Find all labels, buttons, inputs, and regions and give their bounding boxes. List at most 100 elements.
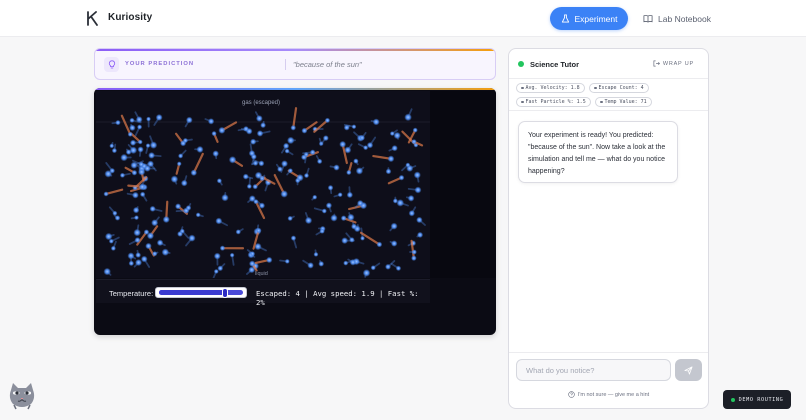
particle — [387, 155, 395, 163]
particle — [281, 160, 288, 168]
prediction-bar: YOUR PREDICTION "because of the sun" — [94, 48, 496, 80]
particle — [396, 199, 405, 207]
particle — [346, 191, 354, 199]
particle — [110, 245, 116, 251]
particle — [256, 130, 264, 137]
simulation-controls: Temperature: Escaped: 4 | Avg speed: 1.9… — [96, 279, 430, 307]
particle — [347, 213, 355, 222]
particle — [136, 124, 143, 130]
gas-zone-label: gas (escaped) — [242, 100, 281, 106]
temperature-slider-thumb[interactable] — [221, 288, 228, 298]
prediction-divider — [285, 59, 286, 70]
temperature-slider[interactable] — [155, 287, 247, 298]
particle — [287, 136, 295, 145]
particle — [407, 194, 415, 202]
flask-icon — [561, 14, 569, 23]
particle — [190, 169, 198, 176]
particle-trail — [292, 107, 298, 129]
lightbulb-icon — [104, 57, 119, 72]
particle — [229, 252, 235, 258]
particle — [362, 269, 371, 277]
hint-link[interactable]: I'm not sure — give me a hint — [509, 391, 708, 398]
lab-notebook-tab-button[interactable]: Lab Notebook — [638, 7, 716, 30]
chip-label: Temp Value: 71 — [604, 99, 647, 105]
particle — [149, 141, 158, 149]
particle — [416, 231, 424, 238]
particle — [340, 215, 347, 222]
particle — [145, 143, 151, 148]
chat-input[interactable] — [516, 359, 671, 381]
demo-routing-button[interactable]: DEMO ROUTING — [723, 390, 791, 409]
particle — [316, 158, 323, 165]
particle — [341, 237, 349, 245]
particle — [228, 156, 237, 164]
particle — [363, 145, 369, 151]
particle — [109, 167, 116, 174]
particle — [339, 140, 347, 148]
particle — [235, 229, 241, 235]
particle — [287, 215, 293, 222]
particle — [249, 251, 256, 257]
science-tutor-panel: Science Tutor WRAP UP Avg. Velocity: 1.8… — [508, 48, 709, 409]
chip-label: Avg. Velocity: 1.8 — [525, 85, 580, 91]
particle — [313, 251, 319, 257]
online-status-dot — [518, 61, 524, 67]
particle — [284, 258, 290, 264]
particle — [162, 215, 170, 224]
particle — [355, 167, 364, 175]
k-logo-icon[interactable] — [86, 11, 99, 26]
particle — [103, 191, 109, 197]
particle — [258, 160, 265, 167]
particle — [359, 134, 366, 141]
particle — [287, 168, 294, 174]
particle — [207, 118, 215, 125]
particle — [215, 217, 223, 225]
particle — [131, 169, 138, 176]
particle — [135, 252, 142, 258]
cat-mascot-icon[interactable] — [7, 382, 37, 410]
particle — [413, 171, 421, 179]
particle — [322, 135, 329, 142]
particle — [109, 143, 115, 149]
particle — [135, 116, 143, 123]
particle — [129, 117, 135, 123]
prediction-value: "because of the sun" — [293, 60, 362, 69]
particle — [309, 149, 316, 156]
particle — [137, 168, 146, 176]
particle — [146, 116, 151, 122]
wrap-up-button[interactable]: WRAP UP — [653, 60, 694, 67]
prediction-label: YOUR PREDICTION — [125, 61, 195, 67]
particle — [195, 212, 201, 218]
particle — [120, 153, 128, 162]
particle — [290, 124, 297, 131]
chip-label: Fast Particle %: 1.5 — [525, 99, 586, 105]
temperature-slider-track[interactable] — [159, 288, 243, 298]
particle — [307, 262, 314, 269]
particle — [111, 147, 118, 154]
particle — [133, 215, 139, 221]
particle — [179, 228, 185, 234]
experiment-tab-button[interactable]: Experiment — [550, 7, 628, 30]
temperature-label: Temperature: — [109, 289, 154, 298]
particle — [132, 206, 140, 214]
particle — [360, 235, 365, 241]
particle — [411, 255, 417, 261]
particle — [128, 260, 135, 267]
particle — [266, 256, 273, 264]
particle — [385, 168, 392, 175]
particle — [180, 179, 188, 187]
particle — [390, 240, 398, 247]
particle — [349, 258, 357, 266]
particle — [115, 119, 121, 126]
send-button[interactable] — [675, 359, 702, 381]
particle — [213, 252, 221, 260]
particle — [217, 265, 224, 272]
particle — [147, 160, 155, 168]
particle — [176, 161, 182, 167]
particle — [178, 153, 184, 159]
particle — [280, 190, 288, 198]
particle — [390, 222, 398, 230]
demo-status-dot — [730, 397, 735, 402]
particle — [182, 137, 189, 144]
wrap-up-label: WRAP UP — [662, 60, 694, 67]
